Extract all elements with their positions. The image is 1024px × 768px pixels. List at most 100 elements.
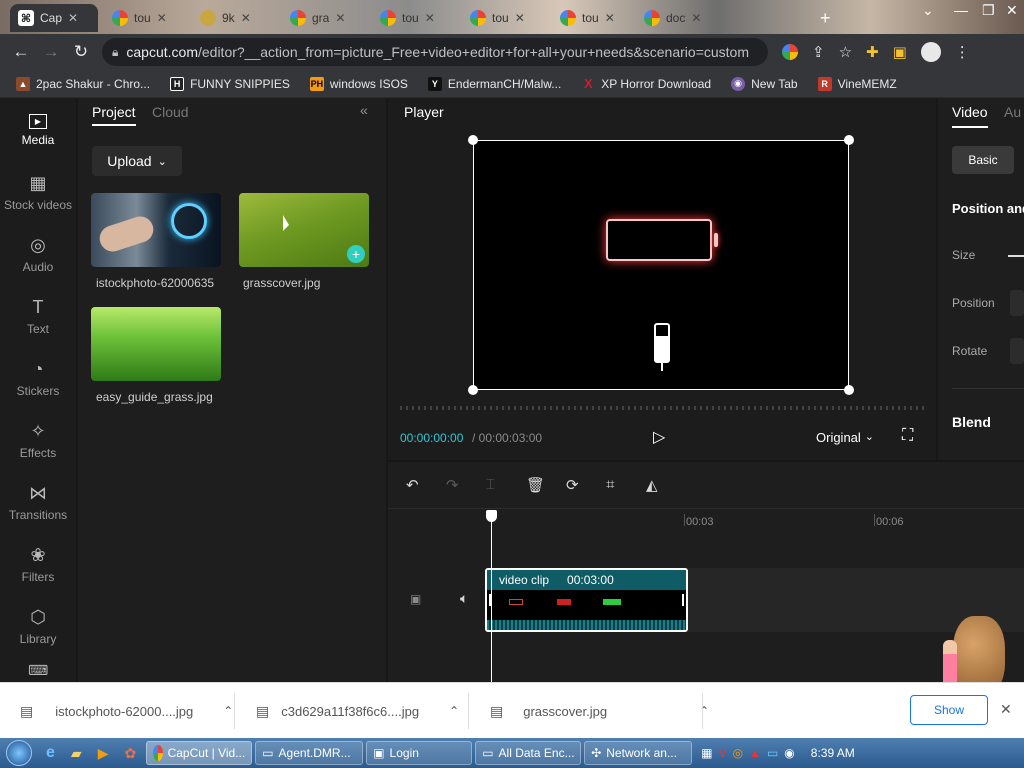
playhead[interactable] [491, 510, 492, 686]
crop-icon[interactable]: ⌗ [606, 476, 614, 493]
nav-stickers[interactable]: ◔ Stickers [0, 348, 76, 408]
media-thumbnail[interactable] [91, 193, 221, 267]
taskbar-item[interactable]: ▭ Agent.DMR... [255, 741, 364, 765]
tray-icon[interactable]: ▲ [749, 746, 761, 760]
taskbar-item[interactable]: ▭ All Data Enc... [475, 741, 582, 765]
tab-audio[interactable]: Au [1004, 104, 1021, 120]
undo-icon[interactable]: ↶ [406, 476, 419, 494]
nav-transitions[interactable]: ⋈ Transitions [0, 472, 76, 532]
bookmark-item[interactable]: ▲ 2pac Shakur - Chro... [16, 76, 150, 91]
upload-button[interactable]: Upload ⌄ [92, 146, 182, 176]
star-icon[interactable]: ☆ [839, 43, 852, 61]
taskbar-item[interactable]: ▣ Login [366, 741, 473, 765]
share-icon[interactable]: ⇪ [812, 43, 825, 61]
show-all-button[interactable]: Show [910, 695, 988, 725]
kebab-menu-icon[interactable]: ⋮ [955, 43, 970, 61]
bookmark-item[interactable]: Y EndermanCH/Malw... [427, 76, 561, 91]
sidebar-icon[interactable]: ▣ [893, 43, 907, 61]
tab-cloud[interactable]: Cloud [152, 104, 189, 120]
fullscreen-icon[interactable]: ⛶ [902, 427, 913, 445]
media-player-icon[interactable]: ▶ [98, 745, 109, 762]
chevron-up-icon[interactable]: ⌃ [223, 704, 233, 718]
close-tab-icon[interactable]: ✕ [157, 11, 167, 25]
tab-video[interactable]: Video [952, 104, 988, 128]
chevron-up-icon[interactable]: ⌃ [449, 704, 459, 718]
resize-handle[interactable] [844, 135, 854, 145]
back-icon[interactable]: ← [6, 42, 36, 62]
close-tab-icon[interactable]: ✕ [241, 11, 251, 25]
taskbar-item-chrome[interactable]: CapCut | Vid... [146, 741, 253, 765]
nav-effects[interactable]: ✧ Effects [0, 410, 76, 470]
ie-icon[interactable]: e [46, 744, 55, 762]
taskbar-item[interactable]: ✣ Network an... [584, 741, 693, 765]
explorer-icon[interactable]: ▰ [71, 745, 82, 762]
replace-icon[interactable]: ⟳ [566, 476, 579, 494]
download-item[interactable]: ▤ grasscover.jpg ⌃ [470, 683, 709, 739]
restore-icon[interactable]: ❐ [982, 2, 995, 19]
clock[interactable]: 8:39 AM [811, 746, 855, 760]
forward-icon[interactable]: → [36, 42, 66, 62]
tab-capcut[interactable]: ⌘ Cap ✕ [10, 4, 98, 32]
tray-icon[interactable]: V [719, 746, 727, 760]
minimize-icon[interactable]: — [954, 2, 968, 18]
resize-handle[interactable] [844, 385, 854, 395]
tray-icon[interactable]: ◉ [784, 746, 794, 760]
tab-google-2[interactable]: gra ✕ [282, 4, 368, 32]
bookmark-item[interactable]: ◉ New Tab [731, 76, 798, 91]
nav-stock-videos[interactable]: ▦ Stock videos [0, 162, 76, 222]
add-to-timeline-icon[interactable]: + [347, 245, 365, 263]
download-item[interactable]: ▤ c3d629a11f38f6c6....jpg ⌃ [236, 683, 459, 739]
start-button[interactable] [0, 738, 38, 768]
basic-tab[interactable]: Basic [952, 146, 1014, 174]
speaker-icon[interactable]: 🔈︎ [460, 590, 468, 607]
reload-icon[interactable]: ↻ [66, 42, 96, 62]
trim-handle-right[interactable] [682, 594, 684, 606]
rotate-field[interactable] [1010, 338, 1024, 364]
google-lens-icon[interactable] [782, 44, 798, 60]
tray-icon[interactable]: ◎ [733, 746, 743, 760]
bookmark-item[interactable]: H FUNNY SNIPPIES [170, 76, 290, 91]
tab-google-1[interactable]: tou ✕ [104, 4, 190, 32]
split-icon[interactable]: ⌶ [486, 476, 495, 493]
size-slider[interactable] [1008, 255, 1024, 257]
tab-google-6[interactable]: doc ✕ [636, 4, 722, 32]
player-scrubber[interactable] [400, 406, 924, 410]
tab-google-5[interactable]: tou ✕ [552, 4, 638, 32]
tab-project[interactable]: Project [92, 104, 136, 126]
tab-page[interactable]: 9k ✕ [192, 4, 278, 32]
tray-icon[interactable]: ▦ [701, 746, 712, 760]
close-tab-icon[interactable]: ✕ [425, 11, 435, 25]
nav-audio[interactable]: ◎ Audio [0, 224, 76, 284]
blend-title[interactable]: Blend [952, 414, 991, 430]
tray-icon[interactable]: ▭ [767, 746, 778, 760]
video-clip[interactable]: video clip 00:03:00 [485, 568, 688, 632]
track-cover-icon[interactable]: ▣ [410, 592, 421, 606]
close-tab-icon[interactable]: ✕ [335, 11, 345, 25]
tab-google-3[interactable]: tou ✕ [372, 4, 458, 32]
playhead-handle[interactable] [486, 510, 497, 522]
nav-text[interactable]: T Text [0, 286, 76, 346]
close-downloads-icon[interactable]: ✕ [1000, 701, 1012, 718]
position-x-field[interactable] [1010, 290, 1024, 316]
media-thumbnail[interactable] [91, 307, 221, 381]
bookmark-item[interactable]: R VineMEMZ [817, 76, 897, 91]
resize-handle[interactable] [468, 135, 478, 145]
redo-icon[interactable]: ↷ [446, 476, 459, 494]
chevron-down-icon[interactable]: ⌄ [922, 2, 934, 19]
aspect-ratio-select[interactable]: Original ⌄ [816, 430, 874, 445]
profile-avatar-icon[interactable] [920, 42, 941, 62]
close-tab-icon[interactable]: ✕ [605, 11, 615, 25]
new-tab-button[interactable]: + [812, 4, 838, 32]
play-icon[interactable]: ▷ [653, 427, 665, 447]
nav-filters[interactable]: ❀ Filters [0, 534, 76, 594]
media-thumbnail[interactable]: + [239, 193, 369, 267]
nav-library[interactable]: ⬡ Library [0, 596, 76, 656]
close-tab-icon[interactable]: ✕ [515, 11, 525, 25]
url-input[interactable]: 🔒︎ capcut.com/editor?__action_from=pictu… [102, 38, 768, 66]
resize-handle[interactable] [468, 385, 478, 395]
close-tab-icon[interactable]: ✕ [68, 11, 78, 25]
delete-icon[interactable]: 🗑︎ [526, 476, 545, 494]
app-icon[interactable]: ✿ [124, 745, 136, 762]
extensions-icon[interactable]: ✚ [866, 43, 879, 61]
keyboard-icon[interactable]: ⌨ [28, 662, 48, 679]
